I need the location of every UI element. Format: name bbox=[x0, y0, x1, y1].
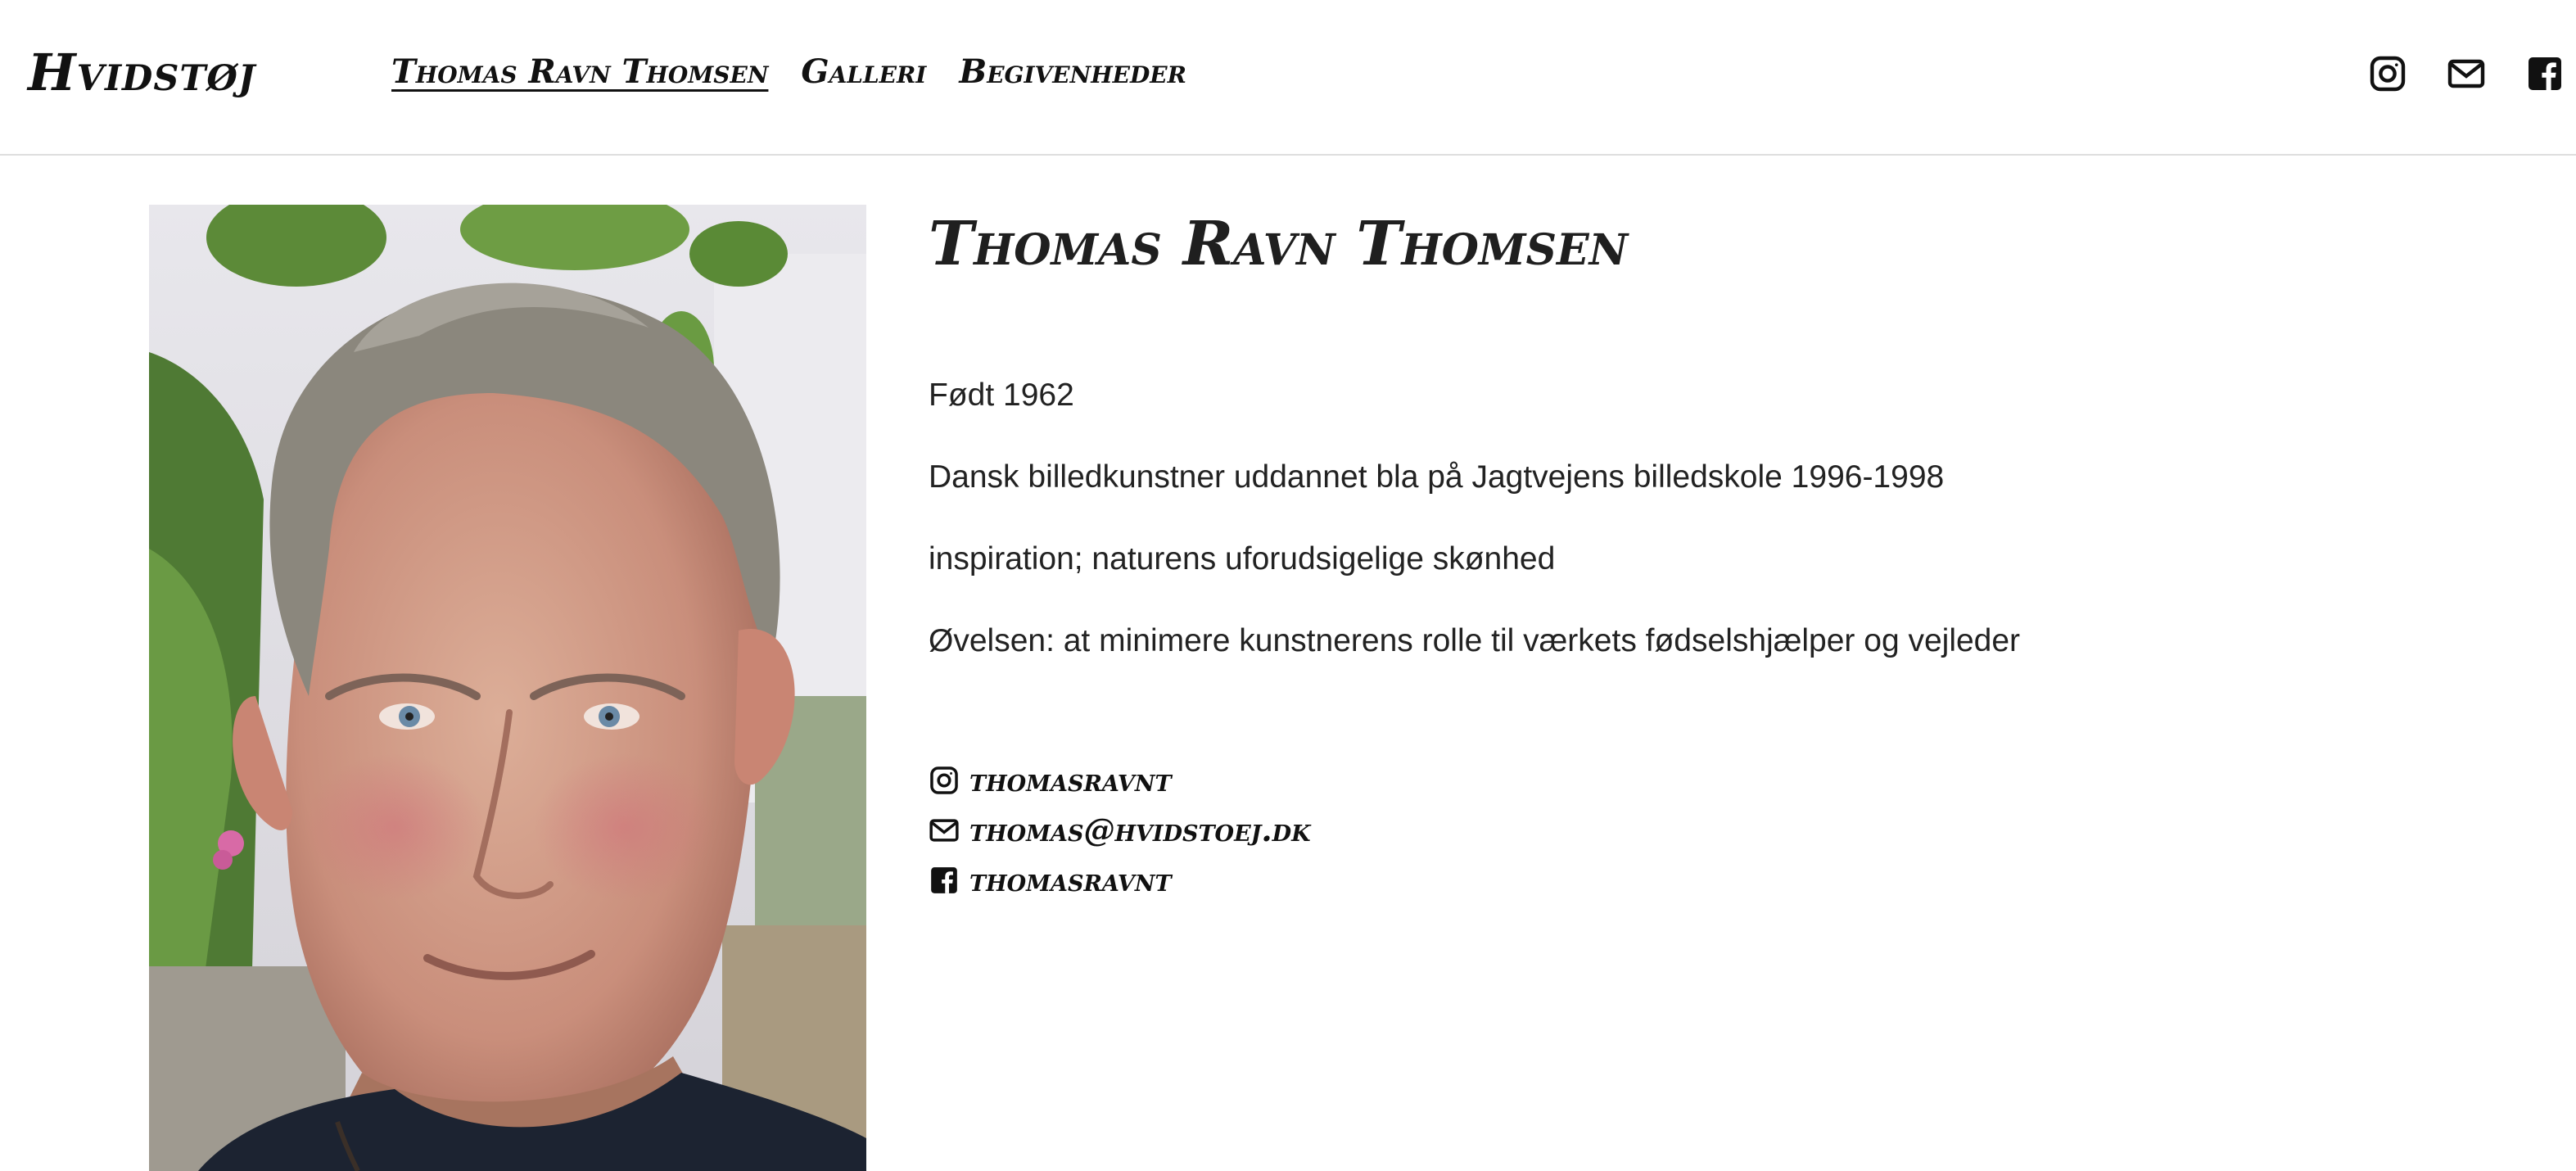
bio-birth: Født 1962 bbox=[929, 378, 1074, 413]
page-title: Thomas Ravn Thomsen bbox=[929, 209, 1629, 279]
nav-item-thomas-ravn-thomsen[interactable]: Thomas Ravn Thomsen bbox=[391, 52, 768, 91]
nav-item-begivenheder[interactable]: Begivenheder bbox=[959, 52, 1186, 91]
email-address: thomas@hvidstoej.dk bbox=[969, 812, 1311, 848]
main-nav: Thomas Ravn Thomsen Galleri Begivenheder bbox=[391, 52, 1186, 91]
instagram-handle: thomasravnt bbox=[969, 762, 1172, 798]
facebook-icon bbox=[929, 865, 960, 896]
site-header: Hvidstøj Thomas Ravn Thomsen Galleri Beg… bbox=[0, 0, 2576, 156]
facebook-icon[interactable] bbox=[2525, 54, 2565, 93]
header-social-links bbox=[2368, 54, 2565, 93]
nav-item-galleri[interactable]: Galleri bbox=[801, 52, 926, 91]
artist-portrait bbox=[149, 205, 866, 1171]
instagram-icon[interactable] bbox=[2368, 54, 2407, 93]
artist-bio: Født 1962 Dansk billedkunstner uddannet … bbox=[929, 375, 2484, 662]
contact-email-link[interactable]: thomas@hvidstoej.dk bbox=[929, 805, 2484, 855]
mail-icon[interactable] bbox=[2447, 54, 2486, 93]
contact-facebook-link[interactable]: thomasravnt bbox=[929, 855, 2484, 905]
mail-icon bbox=[929, 815, 960, 846]
bio-education: Dansk billedkunstner uddannet bla på Jag… bbox=[929, 459, 1945, 495]
contact-instagram-link[interactable]: thomasravnt bbox=[929, 755, 2484, 805]
instagram-icon bbox=[929, 765, 960, 796]
profile-content: Thomas Ravn Thomsen Født 1962 Dansk bill… bbox=[929, 205, 2484, 905]
bio-inspiration: inspiration; naturens uforudsigelige skø… bbox=[929, 541, 1556, 576]
contact-links: thomasravnt thomas@hvidstoej.dk thomasra… bbox=[929, 755, 2484, 905]
facebook-handle: thomasravnt bbox=[969, 861, 1172, 898]
bio-practice: Øvelsen: at minimere kunstnerens rolle t… bbox=[929, 623, 2021, 658]
site-logo[interactable]: Hvidstøj bbox=[28, 43, 255, 102]
